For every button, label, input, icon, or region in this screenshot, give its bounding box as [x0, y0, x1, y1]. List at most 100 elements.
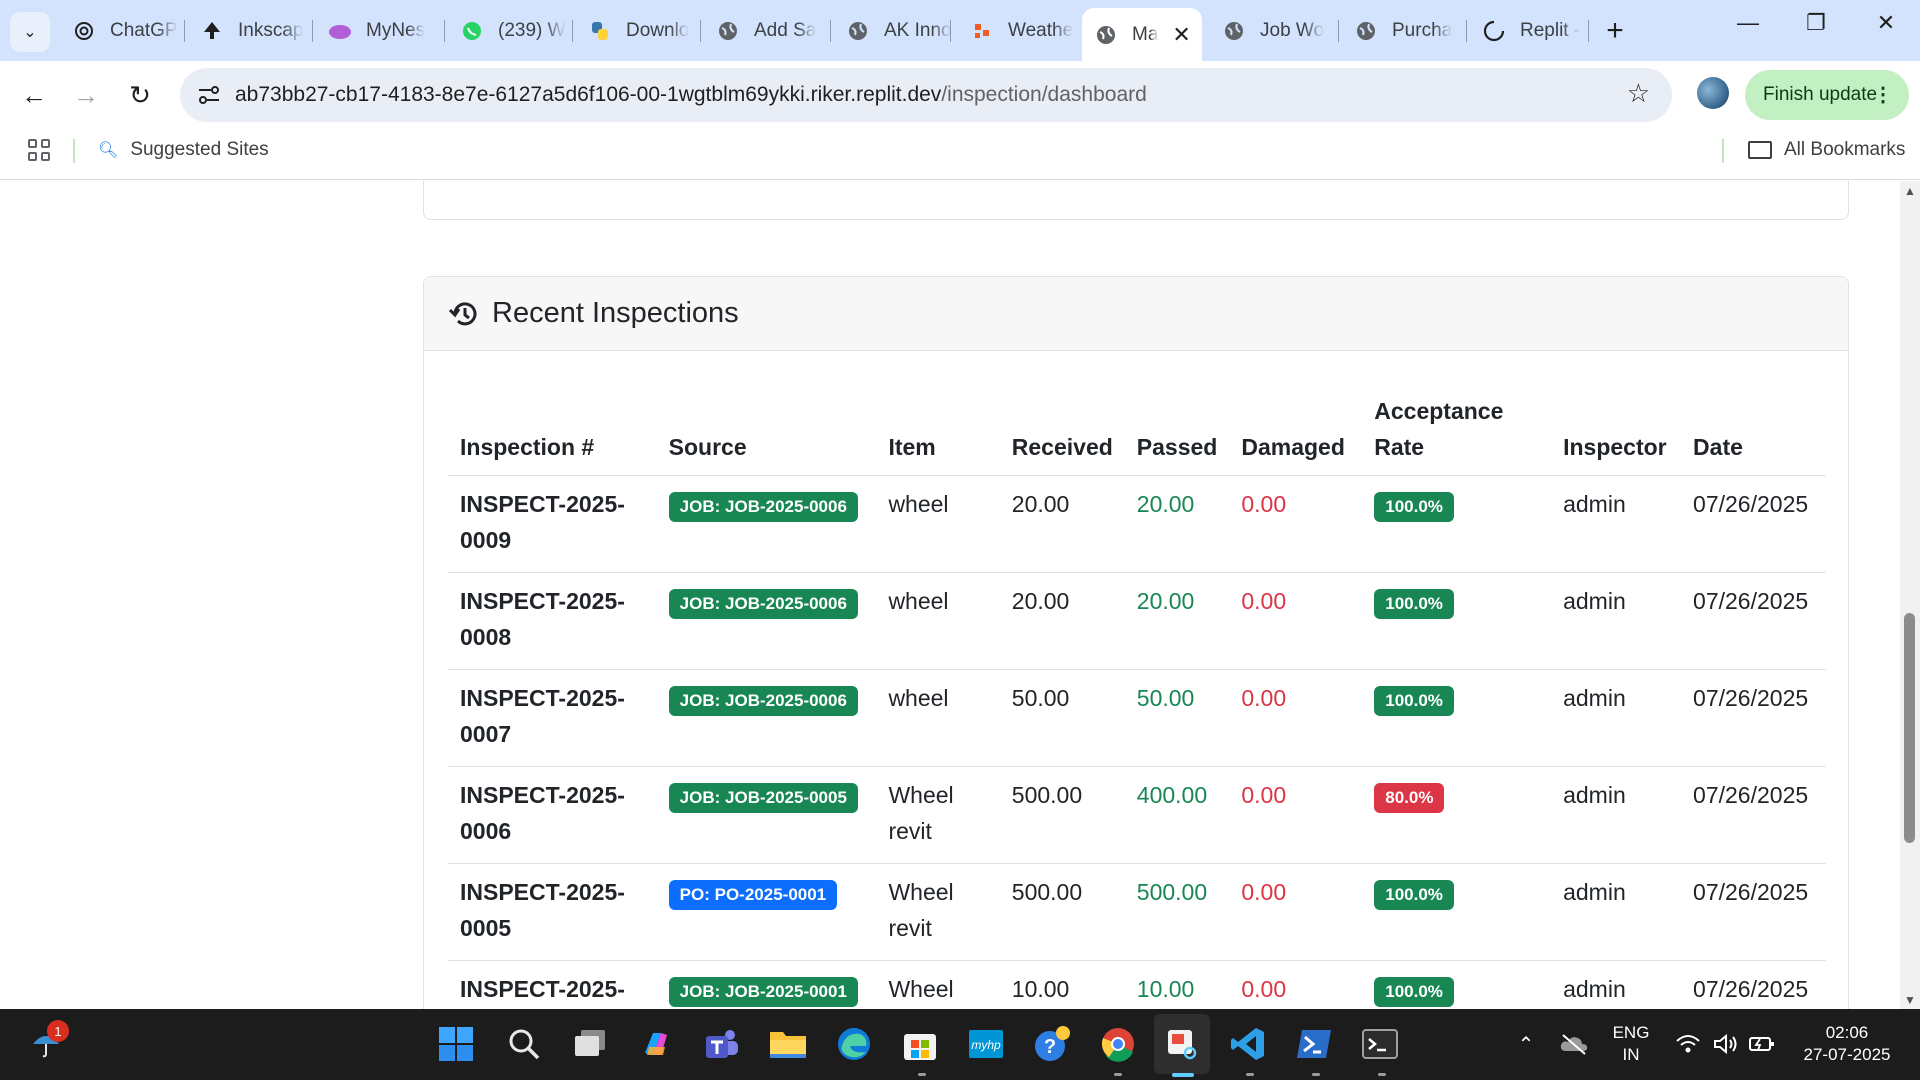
source-cell: PO: PO-2025-0001	[656, 863, 877, 961]
inspection-number-cell: INSPECT-2025- 0009	[448, 475, 657, 573]
date-cell: 07/26/2025	[1681, 960, 1826, 1009]
back-button[interactable]: ←	[14, 75, 54, 115]
close-window-button[interactable]: ✕	[1866, 10, 1906, 36]
damaged-cell: 0.00	[1229, 572, 1363, 670]
table-row[interactable]: INSPECT-2025- 0005 PO: PO-2025-0001 Wheel re…	[448, 863, 1826, 961]
clock[interactable]: 02:06 27-07-2025	[1792, 1022, 1902, 1066]
globe-icon	[716, 19, 740, 43]
passed-cell: 400.00	[1124, 766, 1230, 864]
source-badge: JOB: JOB-2025-0006	[668, 492, 858, 522]
inspector-cell: admin	[1551, 863, 1682, 961]
bookmark-star-icon[interactable]: ☆	[1627, 78, 1650, 109]
minimize-button[interactable]: —	[1728, 10, 1768, 36]
minimize-icon: —	[1737, 10, 1759, 35]
close-tab-icon[interactable]: ✕	[1172, 22, 1190, 48]
column-header[interactable]: Inspector	[1551, 385, 1682, 476]
inspector-cell: admin	[1551, 766, 1682, 864]
scroll-up-arrow-icon[interactable]: ▲	[1904, 184, 1916, 198]
profile-avatar[interactable]	[1697, 77, 1729, 109]
damaged-cell: 0.00	[1229, 475, 1363, 573]
acceptance-rate-badge: 100.0%	[1374, 589, 1454, 619]
reload-icon: ↻	[129, 79, 151, 110]
myhp-icon[interactable]: myhp	[964, 1022, 1008, 1066]
site-info-icon[interactable]	[196, 82, 222, 108]
microsoft-store-icon[interactable]	[898, 1022, 942, 1066]
tab-add-sa[interactable]: Add Sa	[704, 10, 826, 52]
tab-job-wo[interactable]: Job Wo	[1210, 10, 1334, 52]
table-row[interactable]: INSPECT-2025- 0009 JOB: JOB-2025-0006 wheel…	[448, 475, 1826, 573]
column-header[interactable]: Acceptance Rate	[1362, 385, 1552, 476]
damaged-cell: 0.00	[1229, 766, 1363, 864]
tab-mynes[interactable]: MyNes	[316, 10, 440, 52]
clock-date: 27-07-2025	[1803, 1045, 1891, 1064]
date-cell: 07/26/2025	[1681, 863, 1826, 961]
table-row[interactable]: INSPECT-2025- 0008 JOB: JOB-2025-0006 wheel…	[448, 572, 1826, 670]
column-header[interactable]: Item	[876, 385, 1000, 476]
get-help-icon[interactable]: ?	[1030, 1022, 1074, 1066]
item-name: wheel	[888, 588, 949, 614]
plus-icon: +	[1606, 14, 1624, 47]
language-indicator[interactable]: ENG IN	[1606, 1022, 1656, 1066]
reload-button[interactable]: ↻	[120, 75, 160, 115]
restore-button[interactable]: ❐	[1796, 10, 1836, 36]
tab-replit[interactable]: Replit -	[1470, 10, 1588, 52]
item-name: Wheel	[888, 879, 954, 905]
vscode-icon[interactable]	[1226, 1022, 1270, 1066]
source-badge: JOB: JOB-2025-0006	[668, 686, 858, 716]
table-row[interactable]: INSPECT-2025- 0007 JOB: JOB-2025-0006 wheel…	[448, 669, 1826, 767]
tab-whatsapp[interactable]: (239) W	[448, 10, 568, 52]
tab-chatgpt[interactable]: ChatGP	[60, 10, 180, 52]
task-view-icon[interactable]	[568, 1022, 612, 1066]
show-hidden-icons-chevron-icon[interactable]: ⌃	[1504, 1022, 1548, 1066]
windows-start-icon[interactable]	[434, 1022, 478, 1066]
copilot-icon[interactable]	[634, 1022, 678, 1066]
mynes-icon	[328, 19, 352, 43]
snipping-tool-icon[interactable]	[1160, 1022, 1204, 1066]
column-header[interactable]: Inspection #	[448, 385, 657, 476]
tab-active-dashboard[interactable]: Ma ✕	[1082, 8, 1202, 61]
python-icon	[588, 19, 612, 43]
onedrive-offline-icon[interactable]	[1552, 1022, 1596, 1066]
chrome-icon[interactable]	[1096, 1022, 1140, 1066]
tab-weather[interactable]: Weathe	[958, 10, 1082, 52]
terminal-icon[interactable]	[1358, 1022, 1402, 1066]
column-header[interactable]: Source	[656, 385, 877, 476]
received-cell: 50.00	[999, 669, 1125, 767]
item-cell: Wheel	[876, 960, 1000, 1009]
forward-button[interactable]: →	[66, 75, 106, 115]
acceptance-rate-badge: 100.0%	[1374, 977, 1454, 1007]
tab-search-button[interactable]: ⌄	[10, 12, 50, 52]
search-icon[interactable]	[502, 1022, 546, 1066]
teams-icon[interactable]	[700, 1022, 744, 1066]
apps-grid-icon[interactable]	[28, 139, 50, 161]
scrollbar-thumb[interactable]	[1904, 613, 1915, 843]
column-header[interactable]: Date	[1681, 385, 1826, 476]
new-tab-button[interactable]: +	[1598, 14, 1632, 48]
powershell-icon[interactable]	[1292, 1022, 1336, 1066]
acceptance-rate-badge: 100.0%	[1374, 686, 1454, 716]
tab-purchase[interactable]: Purcha	[1342, 10, 1462, 52]
tab-inkscape[interactable]: Inkscap	[188, 10, 308, 52]
battery-icon[interactable]	[1740, 1022, 1784, 1066]
page-scrollbar[interactable]: ▲ ▼	[1900, 181, 1920, 1009]
tab-ak-inno[interactable]: AK Inno	[834, 10, 956, 52]
damaged-cell: 0.00	[1229, 669, 1363, 767]
address-bar[interactable]: ab73bb27-cb17-4183-8e7e-6127a5d6f106-00-…	[180, 68, 1672, 122]
table-row[interactable]: INSPECT-2025- 0006 JOB: JOB-2025-0005 Wheel…	[448, 766, 1826, 864]
edge-icon[interactable]	[832, 1022, 876, 1066]
file-explorer-icon[interactable]	[766, 1022, 810, 1066]
finish-update-button[interactable]: Finish update ⋮	[1745, 70, 1909, 120]
bookmark-suggested-sites[interactable]: 🔍︎ Suggested Sites	[98, 139, 269, 161]
column-header[interactable]: Received	[999, 385, 1125, 476]
tab-python-download[interactable]: Downlo	[576, 10, 696, 52]
column-header[interactable]: Passed	[1124, 385, 1230, 476]
table-row[interactable]: INSPECT-2025- JOB: JOB-2025-0001 Wheel 10.0…	[448, 960, 1826, 1009]
item-cell: wheel	[876, 669, 1000, 767]
scroll-down-arrow-icon[interactable]: ▼	[1904, 993, 1916, 1007]
column-header[interactable]: Damaged	[1229, 385, 1363, 476]
all-bookmarks-button[interactable]: All Bookmarks	[1748, 139, 1905, 161]
globe-icon	[1222, 19, 1246, 43]
acceptance-rate-badge: 80.0%	[1374, 783, 1445, 813]
browser-toolbar: ← → ↻ ab73bb27-cb17-4183-8e7e-6127a5d6f1…	[0, 61, 1920, 128]
item-name-continued: revit	[888, 915, 932, 941]
